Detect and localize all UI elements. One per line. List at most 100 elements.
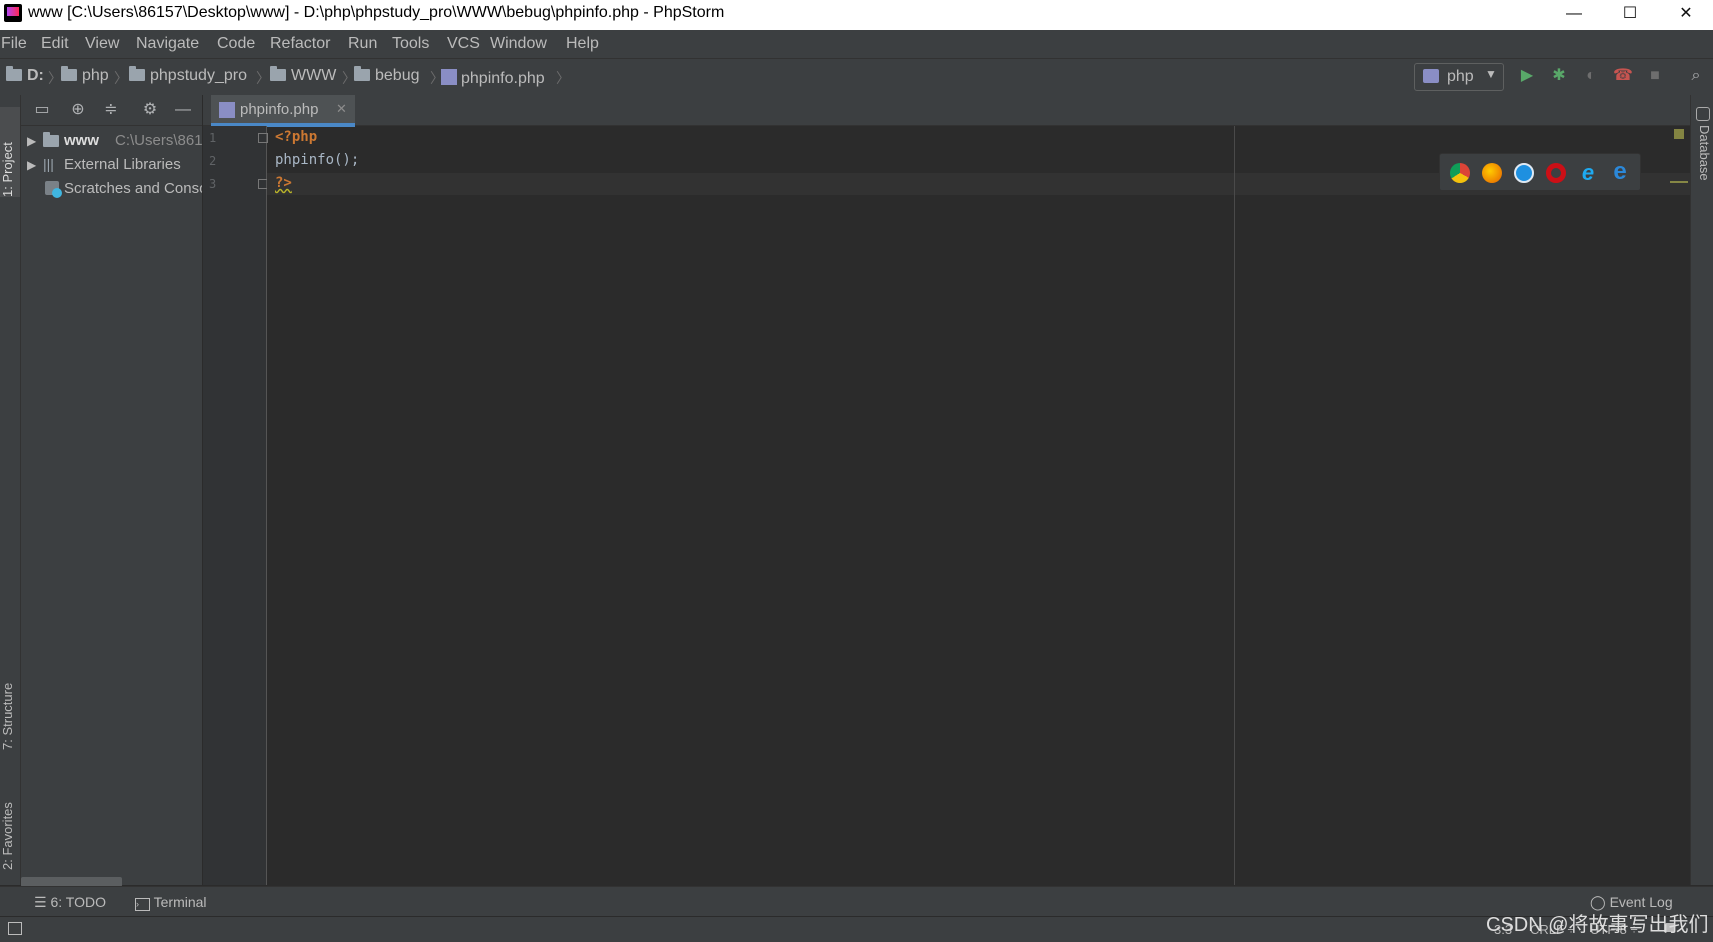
database-icon	[1696, 107, 1710, 121]
folder-icon	[61, 66, 77, 81]
folder-icon	[43, 132, 59, 147]
folder-icon	[270, 66, 286, 81]
csdn-watermark: CSDN @将故事写出我们	[1486, 914, 1709, 936]
tool-tab-terminal[interactable]: › Terminal	[135, 894, 207, 911]
breadcrumb-www[interactable]: WWW	[270, 66, 336, 85]
project-panel: ▭ ⊕ ≑ ⚙ — ▶ www C:\Users\86157\Desktop\w…	[21, 95, 202, 885]
tool-tab-structure[interactable]: 7: Structure	[0, 655, 20, 750]
folder-icon	[354, 66, 370, 81]
bottom-tool-tabs: ☰ 6: TODO › Terminal ◯ Event Log	[0, 886, 1713, 917]
fold-marker-icon[interactable]	[258, 133, 268, 143]
tree-label: External Libraries	[64, 156, 181, 173]
right-tool-strip: Database	[1690, 95, 1713, 885]
editor-gutter: 1 2 3	[203, 126, 268, 885]
project-view-icon[interactable]: ▭	[31, 99, 53, 121]
code-line-3[interactable]: ?>	[275, 175, 292, 191]
editor-tab-bar: phpinfo.php ✕	[203, 95, 1690, 127]
warning-stripe-marker[interactable]	[1670, 181, 1688, 183]
menu-navigate[interactable]: Navigate	[136, 35, 199, 53]
terminal-label: Terminal	[153, 894, 207, 910]
search-icon[interactable]: ⌕	[1685, 65, 1707, 87]
menu-file[interactable]: File	[1, 35, 27, 53]
navigation-bar: D: 〉 php 〉 phpstudy_pro 〉 WWW 〉 bebug 〉 …	[0, 58, 1713, 96]
breadcrumb-separator: 〉	[114, 70, 128, 86]
breadcrumb-phpstudy-pro[interactable]: phpstudy_pro	[129, 66, 247, 85]
line-number: 2	[209, 154, 217, 168]
phpstorm-logo-icon	[4, 4, 22, 22]
safari-icon[interactable]	[1514, 163, 1534, 183]
folder-icon	[6, 66, 22, 81]
hide-icon[interactable]: —	[172, 99, 194, 121]
tree-item-external-libraries[interactable]: ▶ ||| External Libraries	[21, 153, 202, 177]
breadcrumb-file[interactable]: phpinfo.php	[441, 67, 545, 88]
php-config-icon	[1423, 69, 1439, 83]
status-bar: 3:3 CRLF ÷ UTF-8 ÷	[0, 916, 1713, 942]
menu-edit[interactable]: Edit	[41, 35, 69, 53]
breadcrumb-separator: 〉	[256, 70, 270, 86]
tool-tab-database[interactable]: Database	[1692, 125, 1712, 181]
menu-code[interactable]: Code	[217, 35, 255, 53]
expand-triangle-icon[interactable]: ▶	[27, 134, 36, 148]
collapse-all-icon[interactable]: ≑	[100, 99, 122, 121]
menu-help[interactable]: Help	[566, 35, 599, 53]
debug-icon[interactable]: ✱	[1548, 65, 1570, 87]
run-config-label: php	[1447, 68, 1474, 85]
library-icon: |||	[43, 156, 54, 172]
title-bar: www [C:\Users\86157\Desktop\www] - D:\ph…	[0, 0, 1713, 30]
chevron-down-icon: ▼	[1485, 67, 1497, 81]
menu-run[interactable]: Run	[348, 35, 377, 53]
internet-explorer-icon[interactable]: e	[1578, 162, 1598, 184]
code-line-2[interactable]: phpinfo();	[275, 152, 359, 168]
tab-phpinfo[interactable]: phpinfo.php ✕	[211, 95, 355, 127]
menu-window[interactable]: Window	[490, 35, 547, 53]
maximize-button[interactable]: ☐	[1601, 0, 1659, 30]
left-tool-strip: 1: Project 7: Structure 2: Favorites	[0, 95, 21, 885]
line-number: 3	[209, 177, 217, 191]
locate-icon[interactable]: ⊕	[67, 99, 89, 121]
tree-label: Scratches and Consoles	[64, 180, 202, 197]
project-toolbar: ▭ ⊕ ≑ ⚙ —	[21, 95, 202, 126]
inspection-status-icon[interactable]	[1674, 129, 1684, 139]
window-title: www [C:\Users\86157\Desktop\www] - D:\ph…	[28, 4, 725, 21]
folder-icon	[129, 66, 145, 81]
menu-vcs[interactable]: VCS	[447, 35, 480, 53]
menu-tools[interactable]: Tools	[392, 35, 429, 53]
breadcrumb-drive[interactable]: D:	[6, 66, 44, 85]
run-configuration-select[interactable]: php ▼	[1414, 63, 1504, 91]
chrome-icon[interactable]	[1450, 163, 1470, 183]
run-icon[interactable]: ▶	[1516, 65, 1538, 87]
terminal-icon: ›	[135, 898, 150, 911]
coverage-icon[interactable]: ◐	[1580, 65, 1602, 87]
menu-refactor[interactable]: Refactor	[270, 35, 330, 53]
tree-item-www[interactable]: ▶ www C:\Users\86157\Desktop\www	[21, 129, 202, 153]
tool-tab-project[interactable]: 1: Project	[0, 107, 20, 197]
breadcrumb-separator: 〉	[556, 70, 570, 86]
menu-bar: File Edit View Navigate Code Refactor Ru…	[0, 30, 1713, 58]
opera-icon[interactable]	[1546, 163, 1566, 183]
firefox-icon[interactable]	[1482, 163, 1502, 183]
menu-view[interactable]: View	[85, 35, 119, 53]
close-button[interactable]: ✕	[1657, 0, 1713, 30]
php-file-icon	[441, 69, 457, 85]
editor-area: phpinfo.php ✕ 1 2 3 <?php phpinfo(); ?> …	[203, 95, 1690, 885]
tree-item-scratches[interactable]: Scratches and Consoles	[21, 177, 202, 201]
listen-debug-icon[interactable]: ☎	[1612, 65, 1634, 87]
breadcrumb-bebug[interactable]: bebug	[354, 66, 420, 85]
tool-tab-favorites[interactable]: 2: Favorites	[0, 775, 20, 870]
expand-triangle-icon[interactable]: ▶	[27, 158, 36, 172]
edge-icon[interactable]: e	[1610, 160, 1630, 184]
breadcrumb-php[interactable]: php	[61, 66, 109, 85]
open-in-browser-popup: e e	[1439, 153, 1641, 191]
list-icon: ☰	[34, 894, 47, 910]
tool-window-toggle-icon[interactable]	[8, 922, 22, 935]
tree-root-path: C:\Users\86157\Desktop\www	[115, 132, 202, 149]
todo-label: 6: TODO	[50, 894, 106, 910]
gear-icon[interactable]: ⚙	[139, 99, 161, 121]
tool-tab-todo[interactable]: ☰ 6: TODO	[34, 894, 106, 911]
tab-close-icon[interactable]: ✕	[336, 101, 347, 117]
tab-label: phpinfo.php	[240, 101, 319, 118]
minimize-button[interactable]: —	[1545, 0, 1603, 30]
stop-icon[interactable]: ■	[1644, 65, 1666, 87]
code-line-1[interactable]: <?php	[275, 129, 317, 145]
line-number: 1	[209, 131, 217, 145]
